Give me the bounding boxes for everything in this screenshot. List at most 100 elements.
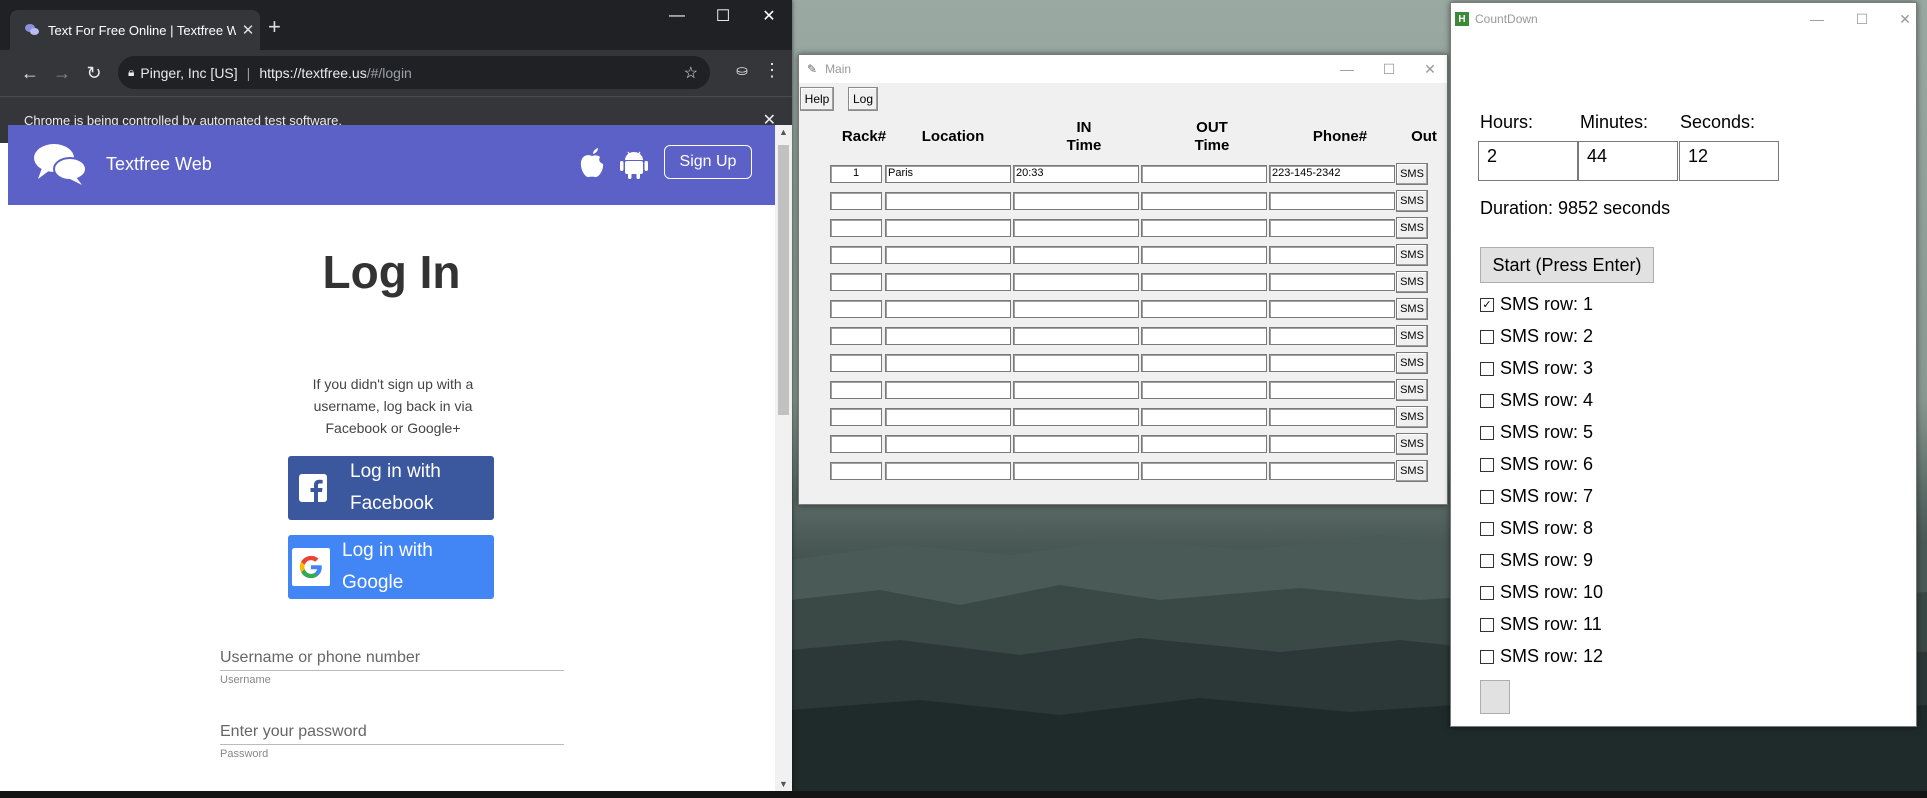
sms-row-1-checkbox[interactable]: ✓ SMS row: 1	[1480, 294, 1593, 315]
checkbox-empty-icon[interactable]	[1480, 521, 1494, 536]
checkbox-empty-icon[interactable]	[1480, 329, 1494, 344]
row-10-location-entry[interactable]	[885, 408, 1011, 426]
page-scrollbar[interactable]: ▲ ▼	[775, 125, 792, 791]
row-4-in-time-entry[interactable]	[1013, 246, 1139, 264]
row-10-in-time-entry[interactable]	[1013, 408, 1139, 426]
row-10-sms-button[interactable]: SMS	[1396, 406, 1428, 428]
row-6-sms-button[interactable]: SMS	[1396, 298, 1428, 320]
row-9-rack-entry[interactable]	[830, 381, 882, 399]
checkbox-empty-icon[interactable]	[1480, 393, 1494, 408]
sms-row-12-checkbox[interactable]: SMS row: 12	[1480, 646, 1603, 667]
row-5-location-entry[interactable]	[885, 273, 1011, 291]
sms-row-5-checkbox[interactable]: SMS row: 5	[1480, 422, 1593, 443]
row-9-location-entry[interactable]	[885, 381, 1011, 399]
row-11-rack-entry[interactable]	[830, 435, 882, 453]
row-3-in-time-entry[interactable]	[1013, 219, 1139, 237]
main-close-icon[interactable]: ✕	[1413, 55, 1447, 83]
reload-icon[interactable]: ↻	[78, 63, 110, 84]
row-12-phone-entry[interactable]	[1269, 462, 1395, 480]
row-3-phone-entry[interactable]	[1269, 219, 1395, 237]
android-icon[interactable]	[620, 148, 648, 180]
row-8-in-time-entry[interactable]	[1013, 354, 1139, 372]
scroll-down-arrow-icon[interactable]: ▼	[775, 779, 792, 789]
scrollbar-thumb[interactable]	[778, 145, 789, 415]
row-4-location-entry[interactable]	[885, 246, 1011, 264]
row-8-sms-button[interactable]: SMS	[1396, 352, 1428, 374]
row-9-out-time-entry[interactable]	[1141, 381, 1267, 399]
google-login-button[interactable]: Log in with Google	[288, 535, 494, 599]
row-12-in-time-entry[interactable]	[1013, 462, 1139, 480]
row-6-phone-entry[interactable]	[1269, 300, 1395, 318]
row-5-phone-entry[interactable]	[1269, 273, 1395, 291]
username-input[interactable]: Username or phone number	[220, 649, 564, 671]
row-12-rack-entry[interactable]	[830, 462, 882, 480]
row-7-out-time-entry[interactable]	[1141, 327, 1267, 345]
sms-row-6-checkbox[interactable]: SMS row: 6	[1480, 454, 1593, 475]
row-4-sms-button[interactable]: SMS	[1396, 244, 1428, 266]
main-maximize-icon[interactable]: ☐	[1372, 55, 1406, 83]
sms-row-9-checkbox[interactable]: SMS row: 9	[1480, 550, 1593, 571]
bookmark-star-icon[interactable]: ☆	[684, 63, 698, 83]
row-1-location-entry[interactable]: Paris	[885, 165, 1011, 183]
row-7-sms-button[interactable]: SMS	[1396, 325, 1428, 347]
hours-input[interactable]: 2	[1478, 141, 1578, 181]
forward-arrow-icon[interactable]: →	[46, 63, 78, 84]
new-tab-icon[interactable]: +	[268, 14, 281, 40]
row-3-out-time-entry[interactable]	[1141, 219, 1267, 237]
row-2-rack-entry[interactable]	[830, 192, 882, 210]
checkbox-empty-icon[interactable]	[1480, 489, 1494, 504]
row-9-sms-button[interactable]: SMS	[1396, 379, 1428, 401]
row-2-sms-button[interactable]: SMS	[1396, 190, 1428, 212]
sms-row-3-checkbox[interactable]: SMS row: 3	[1480, 358, 1593, 379]
checkbox-checked-icon[interactable]: ✓	[1480, 297, 1494, 312]
blank-button[interactable]	[1480, 680, 1510, 714]
row-6-in-time-entry[interactable]	[1013, 300, 1139, 318]
row-10-out-time-entry[interactable]	[1141, 408, 1267, 426]
checkbox-empty-icon[interactable]	[1480, 425, 1494, 440]
facebook-login-button[interactable]: Log in with Facebook	[288, 456, 494, 520]
row-12-sms-button[interactable]: SMS	[1396, 460, 1428, 482]
row-10-rack-entry[interactable]	[830, 408, 882, 426]
main-minimize-icon[interactable]: —	[1330, 55, 1364, 83]
log-button[interactable]: Log	[848, 87, 878, 111]
row-1-sms-button[interactable]: SMS	[1396, 163, 1428, 185]
minimize-icon[interactable]: —	[654, 0, 700, 32]
sms-row-2-checkbox[interactable]: SMS row: 2	[1480, 326, 1593, 347]
username-field[interactable]: Username or phone number Username	[220, 649, 564, 686]
row-6-out-time-entry[interactable]	[1141, 300, 1267, 318]
row-11-out-time-entry[interactable]	[1141, 435, 1267, 453]
row-2-phone-entry[interactable]	[1269, 192, 1395, 210]
checkbox-empty-icon[interactable]	[1480, 457, 1494, 472]
checkbox-empty-icon[interactable]	[1480, 553, 1494, 568]
row-9-phone-entry[interactable]	[1269, 381, 1395, 399]
back-arrow-icon[interactable]: ←	[14, 63, 46, 84]
maximize-icon[interactable]: ☐	[700, 0, 746, 32]
row-7-location-entry[interactable]	[885, 327, 1011, 345]
row-7-phone-entry[interactable]	[1269, 327, 1395, 345]
row-11-location-entry[interactable]	[885, 435, 1011, 453]
tab-close-icon[interactable]: ✕	[236, 21, 260, 39]
row-5-rack-entry[interactable]	[830, 273, 882, 291]
row-1-phone-entry[interactable]: 223-145-2342	[1269, 165, 1395, 183]
row-12-location-entry[interactable]	[885, 462, 1011, 480]
scroll-up-arrow-icon[interactable]: ▲	[775, 127, 792, 137]
row-12-out-time-entry[interactable]	[1141, 462, 1267, 480]
sms-row-7-checkbox[interactable]: SMS row: 7	[1480, 486, 1593, 507]
apple-icon[interactable]	[578, 147, 606, 179]
row-5-out-time-entry[interactable]	[1141, 273, 1267, 291]
row-1-out-time-entry[interactable]	[1141, 165, 1267, 183]
password-field[interactable]: Enter your password Password	[220, 723, 564, 760]
row-2-location-entry[interactable]	[885, 192, 1011, 210]
row-1-rack-entry[interactable]: 1	[830, 165, 882, 183]
address-bar[interactable]: 🔒︎ Pinger, Inc [US] | https://textfree.u…	[118, 56, 710, 89]
row-11-sms-button[interactable]: SMS	[1396, 433, 1428, 455]
row-3-location-entry[interactable]	[885, 219, 1011, 237]
countdown-maximize-icon[interactable]: ☐	[1845, 3, 1879, 35]
checkbox-empty-icon[interactable]	[1480, 617, 1494, 632]
start-button[interactable]: Start (Press Enter)	[1480, 247, 1654, 283]
row-5-sms-button[interactable]: SMS	[1396, 271, 1428, 293]
sms-row-11-checkbox[interactable]: SMS row: 11	[1480, 614, 1602, 635]
row-11-phone-entry[interactable]	[1269, 435, 1395, 453]
row-6-rack-entry[interactable]	[830, 300, 882, 318]
row-8-rack-entry[interactable]	[830, 354, 882, 372]
